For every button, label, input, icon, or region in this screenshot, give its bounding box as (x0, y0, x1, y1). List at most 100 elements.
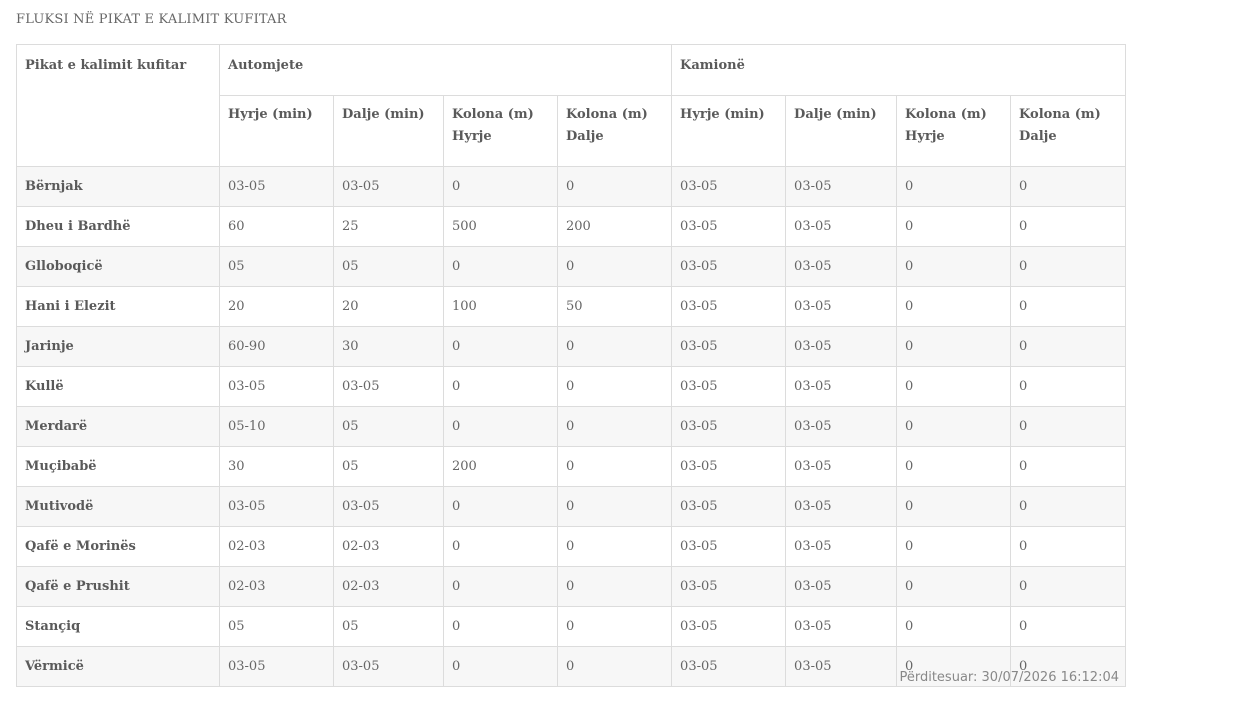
table-cell: 0 (556, 366, 673, 407)
table-cell: 03-05 (785, 566, 898, 607)
table-cell: 0 (1010, 366, 1127, 407)
table-row: Mutivodë 03-05 03-05 0 0 03-05 03-05 0 0 (16, 486, 1127, 527)
table-cell: 03-05 (219, 166, 334, 207)
table-cell: 200 (556, 206, 673, 247)
table-cell: 03-05 (333, 366, 444, 407)
table-cell: 0 (1010, 566, 1127, 607)
table-cell: 03-05 (785, 246, 898, 287)
table-head: Pikat e kalimit kufitar Automjete Kamion… (16, 44, 1127, 167)
table-cell: 05-10 (219, 406, 334, 447)
table-cell: 0 (896, 326, 1012, 367)
table-cell: 03-05 (333, 646, 444, 687)
table-cell: 0 (443, 486, 558, 527)
sub-header-line: Kolona (m) (1019, 107, 1101, 122)
table-cell: 03-05 (219, 486, 334, 527)
table-cell: 0 (896, 406, 1012, 447)
sub-header-3: Kolona (m) Dalje (556, 95, 673, 167)
table-cell: 0 (1010, 206, 1127, 247)
table-cell: 0 (443, 366, 558, 407)
table-cell: 0 (556, 606, 673, 647)
table-cell: 0 (556, 166, 673, 207)
table-cell: 0 (556, 246, 673, 287)
group-header-row: Pikat e kalimit kufitar Automjete Kamion… (16, 44, 1127, 167)
table-cell: 60 (219, 206, 334, 247)
table-cell: 0 (556, 486, 673, 527)
table-cell: 05 (333, 446, 444, 487)
table-cell: 03-05 (785, 206, 898, 247)
header-group-vehicles: Automjete (218, 44, 673, 96)
table-cell: 0 (896, 286, 1012, 327)
table-cell: 0 (443, 646, 558, 687)
table-cell: 03-05 (671, 206, 787, 247)
table-cell: 0 (1010, 326, 1127, 367)
border-point-name: Vërmicë (16, 646, 220, 687)
border-point-name: Kullë (16, 366, 220, 407)
sub-header-4: Hyrje (min) (671, 95, 787, 167)
table-cell: 03-05 (671, 366, 787, 407)
table-cell: 20 (219, 286, 334, 327)
table-cell: 02-03 (219, 526, 334, 567)
table-cell: 0 (556, 566, 673, 607)
table-body: Bërnjak 03-05 03-05 0 0 03-05 03-05 0 0 Dheu i Ba… (16, 166, 1127, 687)
table-cell: 0 (1010, 446, 1127, 487)
sub-header-1: Dalje (min) (333, 95, 444, 167)
table-cell: 100 (443, 286, 558, 327)
table-cell: 03-05 (785, 606, 898, 647)
table-cell: 03-05 (671, 646, 787, 687)
table-cell: 02-03 (333, 526, 444, 567)
table-cell: 0 (1010, 606, 1127, 647)
sub-header-line: Hyrje (905, 129, 945, 144)
sub-header-0: Hyrje (min) (219, 95, 334, 167)
border-point-name: Jarinje (16, 326, 220, 367)
border-point-name: Muçibabë (16, 446, 220, 487)
border-point-name: Stançiq (16, 606, 220, 647)
sub-header-line: Kolona (m) (452, 107, 534, 122)
header-group-trucks: Kamionë (671, 44, 1127, 96)
table-row: Merdarë 05-10 05 0 0 03-05 03-05 0 0 (16, 406, 1127, 447)
sub-header-line: Dalje (min) (342, 107, 425, 122)
table-cell: 03-05 (219, 646, 334, 687)
table-cell: 03-05 (333, 166, 444, 207)
table-cell: 200 (443, 446, 558, 487)
table-cell: 0 (896, 606, 1012, 647)
table-cell: 0 (1010, 406, 1127, 447)
table-cell: 03-05 (785, 166, 898, 207)
table-row: Glloboqicë 05 05 0 0 03-05 03-05 0 0 (16, 246, 1127, 287)
table-cell: 0 (896, 166, 1012, 207)
header-border-points: Pikat e kalimit kufitar (16, 44, 220, 167)
last-updated: Përditesuar: 30/07/2026 16:12:04 (899, 670, 1119, 685)
border-point-name: Hani i Elezit (16, 286, 220, 327)
border-point-name: Glloboqicë (16, 246, 220, 287)
table-cell: 05 (333, 406, 444, 447)
table-cell: 03-05 (671, 406, 787, 447)
table-cell: 0 (1010, 286, 1127, 327)
table-row: Dheu i Bardhë 60 25 500 200 03-05 03-05 0 0 (16, 206, 1127, 247)
table-cell: 03-05 (219, 366, 334, 407)
table-row: Qafë e Prushit 02-03 02-03 0 0 03-05 03-05 0 0 (16, 566, 1127, 607)
table-cell: 0 (896, 246, 1012, 287)
table-cell: 03-05 (785, 646, 898, 687)
table-cell: 03-05 (785, 406, 898, 447)
table-cell: 0 (443, 526, 558, 567)
table-cell: 05 (219, 606, 334, 647)
table-cell: 02-03 (219, 566, 334, 607)
table-cell: 0 (556, 646, 673, 687)
table-cell: 0 (1010, 246, 1127, 287)
table-cell: 0 (896, 486, 1012, 527)
table-cell: 0 (1010, 486, 1127, 527)
sub-header-5: Dalje (min) (785, 95, 898, 167)
table-cell: 0 (556, 526, 673, 567)
table-cell: 0 (896, 366, 1012, 407)
sub-header-line: Dalje (566, 129, 604, 144)
table-cell: 05 (333, 246, 444, 287)
table-cell: 05 (333, 606, 444, 647)
table-cell: 0 (1010, 166, 1127, 207)
table-cell: 0 (556, 406, 673, 447)
border-point-name: Merdarë (16, 406, 220, 447)
sub-header-6: Kolona (m) Hyrje (896, 95, 1012, 167)
sub-header-line: Dalje (1019, 129, 1057, 144)
table-cell: 03-05 (785, 326, 898, 367)
sub-header-7: Kolona (m) Dalje (1010, 95, 1127, 167)
table-cell: 03-05 (671, 166, 787, 207)
table-row: Stançiq 05 05 0 0 03-05 03-05 0 0 (16, 606, 1127, 647)
